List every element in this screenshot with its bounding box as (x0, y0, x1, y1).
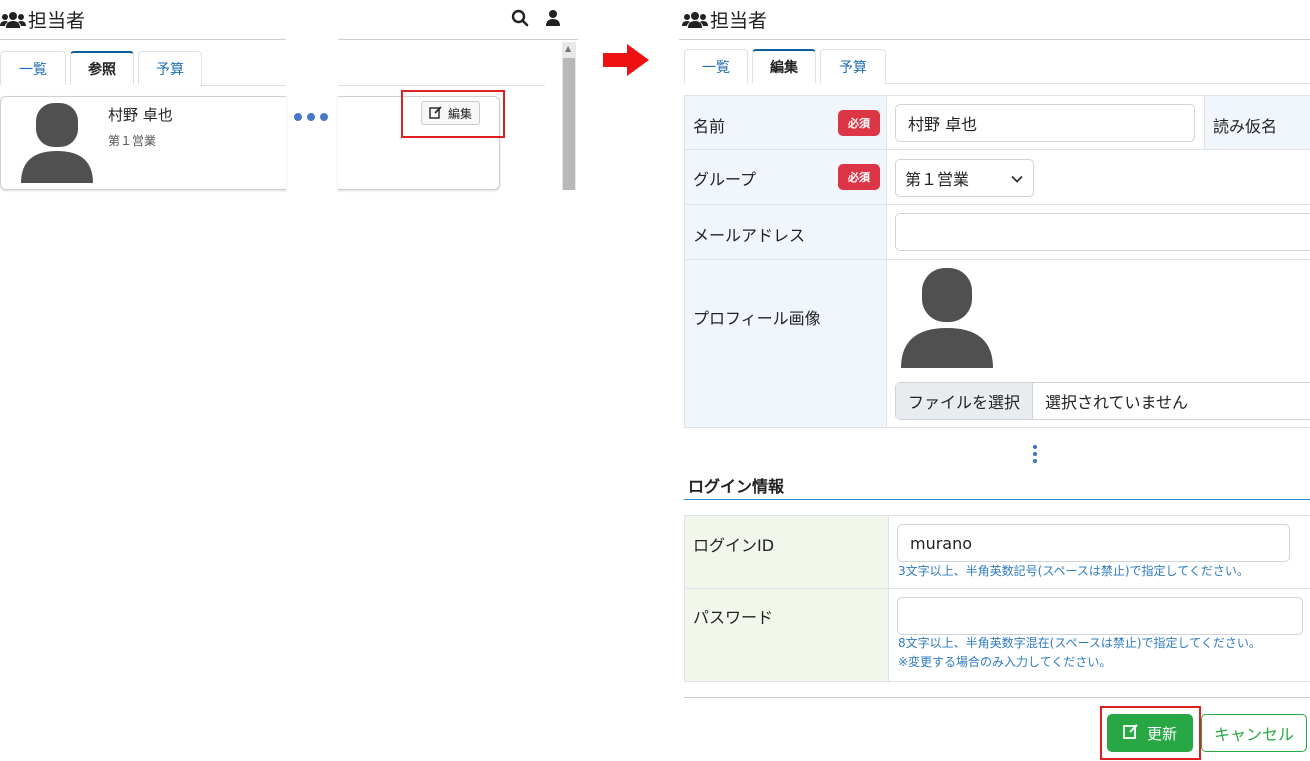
avatar (21, 103, 93, 187)
edit-button[interactable]: 編集 (421, 101, 481, 125)
login-id-input[interactable]: murano (897, 524, 1290, 562)
email-input[interactable] (895, 213, 1310, 251)
kana-label: 読み仮名 (1213, 117, 1278, 136)
users-icon (0, 10, 26, 30)
login-id-label-cell: ログインID (684, 516, 889, 588)
tab-baseline (884, 83, 1310, 84)
kana-label-cell: 読み仮名 (1204, 96, 1310, 149)
form-row-image: プロフィール画像 ファイルを選択 選択されていません (684, 260, 1310, 428)
login-section-title: ログイン情報 (688, 477, 785, 496)
right-header: 担当者 (682, 6, 767, 33)
form-row-group: グループ 必須 第１営業 (684, 150, 1310, 205)
email-label: メールアドレス (693, 226, 806, 245)
password-input[interactable] (897, 597, 1303, 635)
image-label: プロフィール画像 (693, 309, 821, 328)
tab-list[interactable]: 一覧 (0, 51, 66, 85)
right-header-divider (679, 39, 1310, 40)
chevron-down-icon (1011, 169, 1023, 188)
update-button[interactable]: 更新 (1107, 714, 1193, 752)
user-icon[interactable] (545, 9, 561, 31)
left-page-title: 担当者 (28, 10, 86, 32)
login-section-divider (684, 499, 1310, 500)
edit-icon (429, 105, 443, 122)
cancel-button[interactable]: キャンセル (1201, 714, 1307, 752)
users-icon (682, 10, 708, 30)
left-tab-bar: 一覧 参照 予算 (0, 51, 202, 85)
required-badge: 必須 (838, 164, 880, 190)
name-label: 名前 (693, 117, 726, 136)
image-label-cell: プロフィール画像 (684, 260, 887, 427)
right-page-title: 担当者 (710, 10, 768, 32)
tab-budget[interactable]: 予算 (820, 49, 886, 83)
right-arrow-icon (603, 44, 649, 80)
tab-budget[interactable]: 予算 (138, 51, 202, 85)
name-label-cell: 名前 必須 (684, 96, 887, 149)
login-id-help: 3文字以上、半角英数記号(スペースは禁止)で指定してください。 (898, 564, 1249, 578)
email-label-cell: メールアドレス (684, 205, 887, 259)
footer-divider (684, 697, 1310, 698)
scroll-up-arrow-icon[interactable]: ▲ (565, 44, 571, 53)
tab-edit[interactable]: 編集 (752, 49, 816, 83)
form-row-email: メールアドレス (684, 205, 1310, 260)
password-note: ※変更する場合のみ入力してください。 (898, 655, 1112, 669)
form-row-name: 名前 必須 村野 卓也 読み仮名 (684, 95, 1310, 150)
right-tab-bar: 一覧 編集 予算 (684, 49, 886, 83)
edit-label: 編集 (448, 106, 473, 121)
tab-list[interactable]: 一覧 (684, 49, 748, 83)
person-group: 第１営業 (108, 134, 157, 148)
edit-icon (1123, 723, 1139, 743)
update-label: 更新 (1146, 724, 1177, 743)
more-dots-icon (294, 113, 328, 121)
person-card[interactable]: 村野 卓也 第１営業 (0, 96, 286, 190)
tab-baseline-2 (338, 85, 545, 86)
tab-baseline (200, 85, 286, 86)
search-icon[interactable] (511, 9, 529, 31)
file-select-button[interactable]: ファイルを選択 (896, 383, 1034, 419)
password-label: パスワード (693, 608, 774, 627)
person-name: 村野 卓也 (108, 106, 173, 124)
group-select-value: 第１営業 (905, 170, 970, 189)
group-label: グループ (693, 170, 757, 189)
login-id-label: ログインID (693, 536, 775, 555)
form-row-password: パスワード 8文字以上、半角英数字混在(スペースは禁止)で指定してください。 ※… (684, 589, 1310, 682)
form-row-login-id: ログインID murano 3文字以上、半角英数記号(スペースは禁止)で指定して… (684, 515, 1310, 589)
left-header-divider-2 (338, 39, 578, 40)
more-vertical-icon (1032, 444, 1038, 468)
left-header: 担当者 (0, 6, 85, 33)
scrollbar-thumb[interactable] (563, 58, 575, 190)
group-select[interactable]: 第１営業 (895, 159, 1034, 197)
left-header-divider (0, 39, 286, 40)
password-help: 8文字以上、半角英数字混在(スペースは禁止)で指定してください。 (898, 636, 1261, 650)
file-input[interactable]: ファイルを選択 選択されていません (895, 382, 1310, 420)
password-label-cell: パスワード (684, 589, 889, 681)
group-label-cell: グループ 必須 (684, 150, 887, 204)
name-input[interactable]: 村野 卓也 (895, 104, 1195, 142)
file-status: 選択されていません (1045, 393, 1189, 412)
avatar (901, 268, 993, 372)
required-badge: 必須 (838, 110, 880, 136)
tab-view[interactable]: 参照 (70, 51, 134, 85)
